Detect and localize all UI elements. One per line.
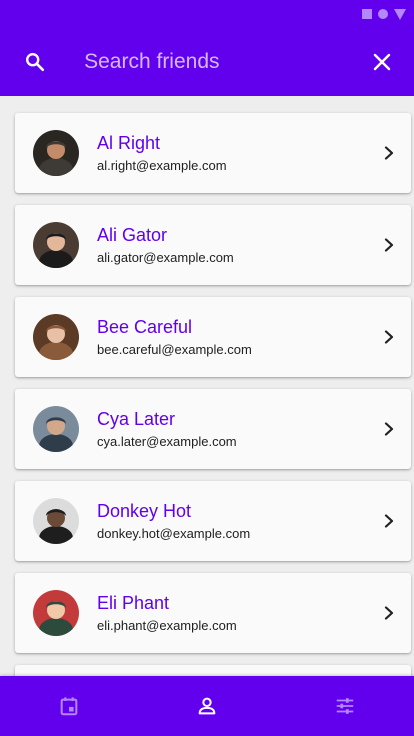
friend-info: Bee Careful bee.careful@example.com bbox=[97, 316, 369, 358]
friend-email: donkey.hot@example.com bbox=[97, 526, 251, 541]
friend-card[interactable]: Cya Later cya.later@example.com bbox=[15, 389, 411, 469]
search-icon bbox=[26, 53, 45, 72]
open-friend-button[interactable] bbox=[369, 133, 409, 173]
friend-email: bee.careful@example.com bbox=[97, 342, 252, 357]
search-button[interactable] bbox=[0, 28, 68, 96]
friend-card[interactable]: Donkey Hot donkey.hot@example.com bbox=[15, 481, 411, 561]
close-button[interactable] bbox=[355, 28, 408, 96]
tune-icon bbox=[336, 698, 354, 714]
friend-card[interactable]: Ali Gator ali.gator@example.com bbox=[15, 205, 411, 285]
open-friend-button[interactable] bbox=[369, 593, 409, 633]
friend-card[interactable]: Eli Phant eli.phant@example.com bbox=[15, 573, 411, 653]
friend-email: cya.later@example.com bbox=[97, 434, 237, 449]
friend-info: Donkey Hot donkey.hot@example.com bbox=[97, 500, 369, 542]
triangle-icon bbox=[394, 8, 406, 20]
friend-email: eli.phant@example.com bbox=[97, 618, 237, 633]
chevron-right-icon bbox=[384, 238, 394, 252]
friend-card[interactable]: Al Right al.right@example.com bbox=[15, 113, 411, 193]
square-icon bbox=[362, 9, 372, 19]
chevron-right-icon bbox=[384, 330, 394, 344]
friend-name: Bee Careful bbox=[97, 317, 193, 337]
open-friend-button[interactable] bbox=[369, 409, 409, 449]
avatar bbox=[33, 130, 79, 176]
calendar-icon bbox=[60, 697, 78, 716]
friend-name: Donkey Hot bbox=[97, 501, 192, 521]
open-friend-button[interactable] bbox=[369, 501, 409, 541]
chevron-right-icon bbox=[384, 514, 394, 528]
friend-card[interactable]: Bee Careful bee.careful@example.com bbox=[15, 297, 411, 377]
avatar bbox=[33, 590, 79, 636]
open-friend-button[interactable] bbox=[369, 225, 409, 265]
friend-card[interactable] bbox=[15, 665, 411, 676]
friends-list[interactable]: Al Right al.right@example.com Ali Gator … bbox=[0, 96, 414, 676]
chevron-right-icon bbox=[384, 422, 394, 436]
chevron-right-icon bbox=[384, 146, 394, 160]
open-friend-button[interactable] bbox=[369, 317, 409, 357]
bottom-navigation bbox=[0, 676, 414, 736]
avatar bbox=[33, 314, 79, 360]
friend-name: Ali Gator bbox=[97, 225, 168, 245]
chevron-right-icon bbox=[384, 606, 394, 620]
friend-info: Eli Phant eli.phant@example.com bbox=[97, 592, 369, 634]
nav-item-settings[interactable] bbox=[305, 676, 385, 736]
friend-info: Cya Later cya.later@example.com bbox=[97, 408, 369, 450]
friend-name: Cya Later bbox=[97, 409, 176, 429]
nav-item-calendar[interactable] bbox=[29, 676, 109, 736]
friend-email: al.right@example.com bbox=[97, 158, 227, 173]
close-icon bbox=[373, 53, 390, 71]
friend-name: Eli Phant bbox=[97, 593, 170, 613]
person-icon bbox=[198, 697, 216, 715]
avatar bbox=[33, 406, 79, 452]
friend-name: Al Right bbox=[97, 133, 161, 153]
avatar bbox=[33, 498, 79, 544]
friend-email: ali.gator@example.com bbox=[97, 250, 234, 265]
search-input[interactable] bbox=[68, 42, 356, 82]
app-bar bbox=[0, 28, 414, 96]
friend-info: Ali Gator ali.gator@example.com bbox=[97, 224, 369, 266]
avatar bbox=[33, 222, 79, 268]
friend-info: Al Right al.right@example.com bbox=[97, 132, 369, 174]
nav-item-person[interactable] bbox=[167, 676, 247, 736]
status-bar bbox=[0, 0, 414, 28]
circle-icon bbox=[378, 9, 388, 19]
